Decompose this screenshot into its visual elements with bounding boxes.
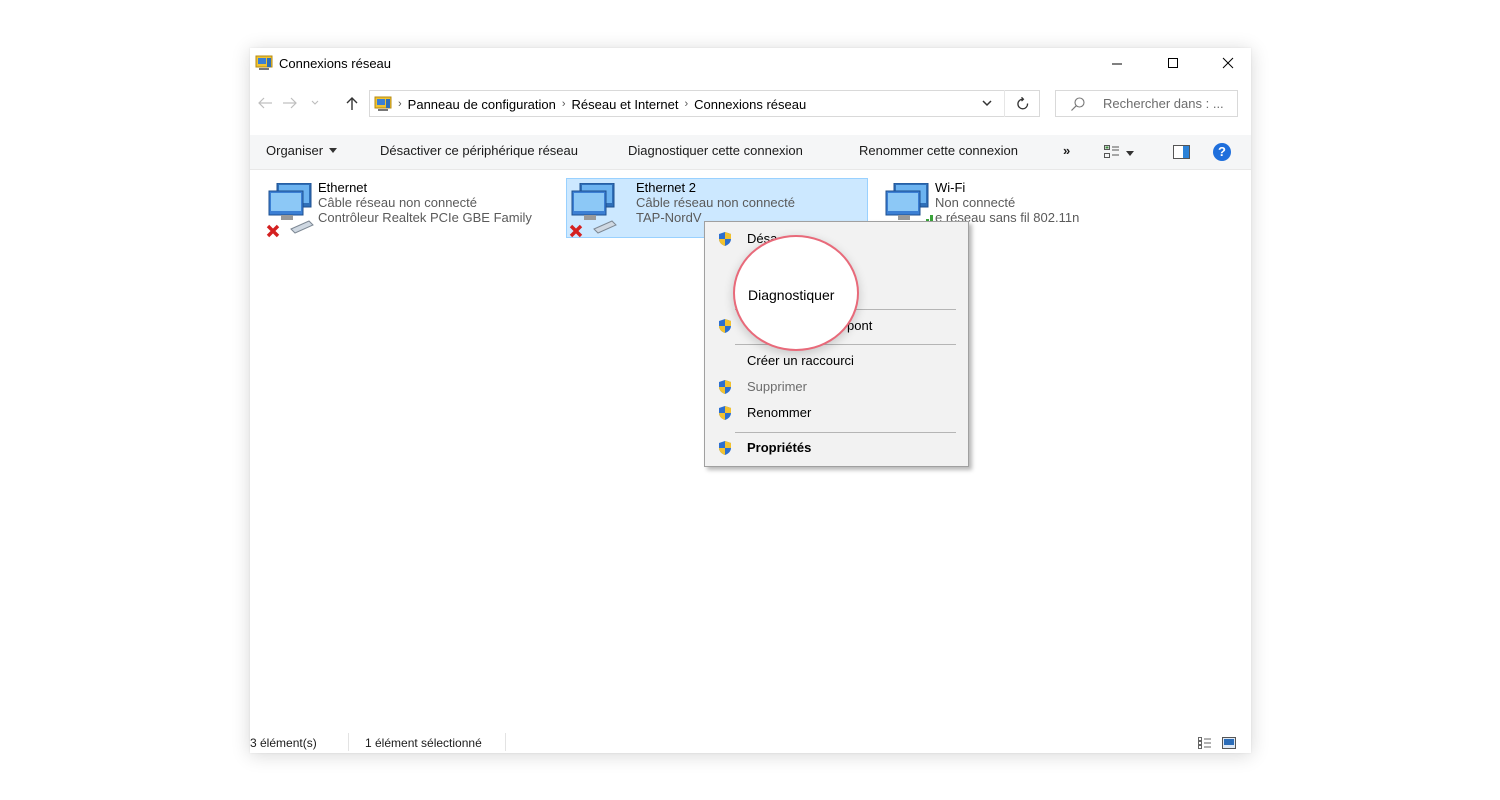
selection-count: 1 élément sélectionné xyxy=(365,736,482,750)
menu-item-label: Renommer xyxy=(747,405,812,420)
chevron-down-icon xyxy=(311,100,319,105)
connection-name: Ethernet 2 xyxy=(636,180,696,195)
menu-item-label: Propriétés xyxy=(747,440,812,455)
back-arrow-icon xyxy=(258,97,272,109)
diagnose-highlight-callout[interactable]: Diagnostiquer xyxy=(733,235,859,351)
close-button[interactable] xyxy=(1205,48,1251,78)
search-placeholder: Rechercher dans : ... xyxy=(1103,96,1224,111)
view-options-icon[interactable] xyxy=(1104,145,1120,159)
large-icons-view-icon[interactable] xyxy=(1222,737,1236,749)
back-button[interactable] xyxy=(256,93,274,113)
organize-label: Organiser xyxy=(266,143,324,158)
status-divider xyxy=(505,733,506,751)
preview-pane-icon[interactable] xyxy=(1173,145,1190,159)
refresh-button[interactable] xyxy=(1004,90,1041,117)
maximize-icon xyxy=(1168,58,1178,68)
menu-item-diagnose[interactable]: Diagnostiquer xyxy=(748,287,834,303)
connection-item-ethernet[interactable]: Ethernet Câble réseau non connecté Contr… xyxy=(255,178,559,238)
help-icon[interactable]: ? xyxy=(1213,143,1231,161)
connection-details: Ethernet Câble réseau non connecté Contr… xyxy=(318,180,532,225)
connection-device: Contrôleur Realtek PCIe GBE Family xyxy=(318,210,532,225)
uac-shield-icon xyxy=(719,380,731,394)
uac-shield-icon xyxy=(719,319,731,333)
view-dropdown-icon[interactable] xyxy=(1126,151,1134,156)
breadcrumb-item[interactable]: Panneau de configuration xyxy=(408,97,556,112)
connection-status: Câble réseau non connecté xyxy=(636,195,796,210)
close-icon xyxy=(1222,57,1234,69)
connection-name: Wi-Fi xyxy=(935,180,966,195)
connection-name: Ethernet xyxy=(318,180,368,195)
window-title: Connexions réseau xyxy=(279,56,392,71)
up-arrow-icon xyxy=(346,97,358,110)
menu-item-properties[interactable]: Propriétés xyxy=(705,437,968,459)
uac-shield-icon xyxy=(719,406,731,420)
network-connections-icon xyxy=(255,55,273,70)
status-bar: 3 élément(s) 1 élément sélectionné xyxy=(250,731,1251,753)
breadcrumb-separator-icon: › xyxy=(561,98,566,110)
rename-connection-button[interactable]: Renommer cette connexion xyxy=(859,143,1018,158)
menu-item-label: Créer un raccourci xyxy=(747,353,854,368)
menu-separator xyxy=(735,432,956,433)
breadcrumb-item[interactable]: Connexions réseau xyxy=(694,97,806,112)
recent-locations-button[interactable] xyxy=(306,93,324,113)
command-bar: Organiser Désactiver ce périphérique rés… xyxy=(250,135,1251,170)
menu-item-delete[interactable]: Supprimer xyxy=(705,376,968,398)
caret-down-icon xyxy=(329,148,338,153)
minimize-icon xyxy=(1112,63,1122,65)
more-commands-button[interactable]: » xyxy=(1063,143,1070,158)
address-dropdown-icon[interactable] xyxy=(981,100,993,108)
menu-item-create-shortcut[interactable]: Créer un raccourci xyxy=(705,350,968,372)
uac-shield-icon xyxy=(719,232,731,246)
uac-shield-icon xyxy=(719,441,731,455)
address-bar[interactable]: › Panneau de configuration › Réseau et I… xyxy=(369,90,1040,117)
organize-menu[interactable]: Organiser xyxy=(266,143,338,158)
maximize-button[interactable] xyxy=(1150,48,1196,78)
breadcrumb-separator-icon: › xyxy=(398,98,402,110)
details-view-icon[interactable] xyxy=(1198,737,1212,749)
menu-item-label: Supprimer xyxy=(747,379,807,394)
breadcrumb-separator-icon: › xyxy=(684,98,689,110)
address-row: › Panneau de configuration › Réseau et I… xyxy=(250,88,1251,120)
connection-status: Câble réseau non connecté xyxy=(318,195,478,210)
connection-details: Wi-Fi Non connecté e réseau sans fil 802… xyxy=(935,180,1079,225)
search-input[interactable]: Rechercher dans : ... xyxy=(1055,90,1238,117)
network-folder-icon xyxy=(374,96,392,111)
breadcrumb: › Panneau de configuration › Réseau et I… xyxy=(374,95,806,113)
connection-status: Non connecté xyxy=(935,195,1016,210)
breadcrumb-item[interactable]: Réseau et Internet xyxy=(572,97,679,112)
forward-button[interactable] xyxy=(281,93,299,113)
network-adapter-disconnected-icon xyxy=(569,183,617,238)
minimize-button[interactable] xyxy=(1094,48,1140,78)
refresh-icon xyxy=(1017,96,1029,109)
status-divider xyxy=(348,733,349,751)
search-icon xyxy=(1071,97,1085,111)
item-count: 3 élément(s) xyxy=(250,736,317,750)
menu-item-disable[interactable]: Désa xyxy=(705,228,968,250)
diagnose-connection-button[interactable]: Diagnostiquer cette connexion xyxy=(628,143,803,158)
connection-details: Ethernet 2 Câble réseau non connecté TAP… xyxy=(636,180,795,225)
up-button[interactable] xyxy=(343,93,361,113)
disable-device-button[interactable]: Désactiver ce périphérique réseau xyxy=(380,143,578,158)
network-adapter-disconnected-icon xyxy=(266,183,314,238)
forward-arrow-icon xyxy=(283,97,297,109)
menu-item-rename[interactable]: Renommer xyxy=(705,402,968,424)
title-bar: Connexions réseau xyxy=(250,48,1251,80)
